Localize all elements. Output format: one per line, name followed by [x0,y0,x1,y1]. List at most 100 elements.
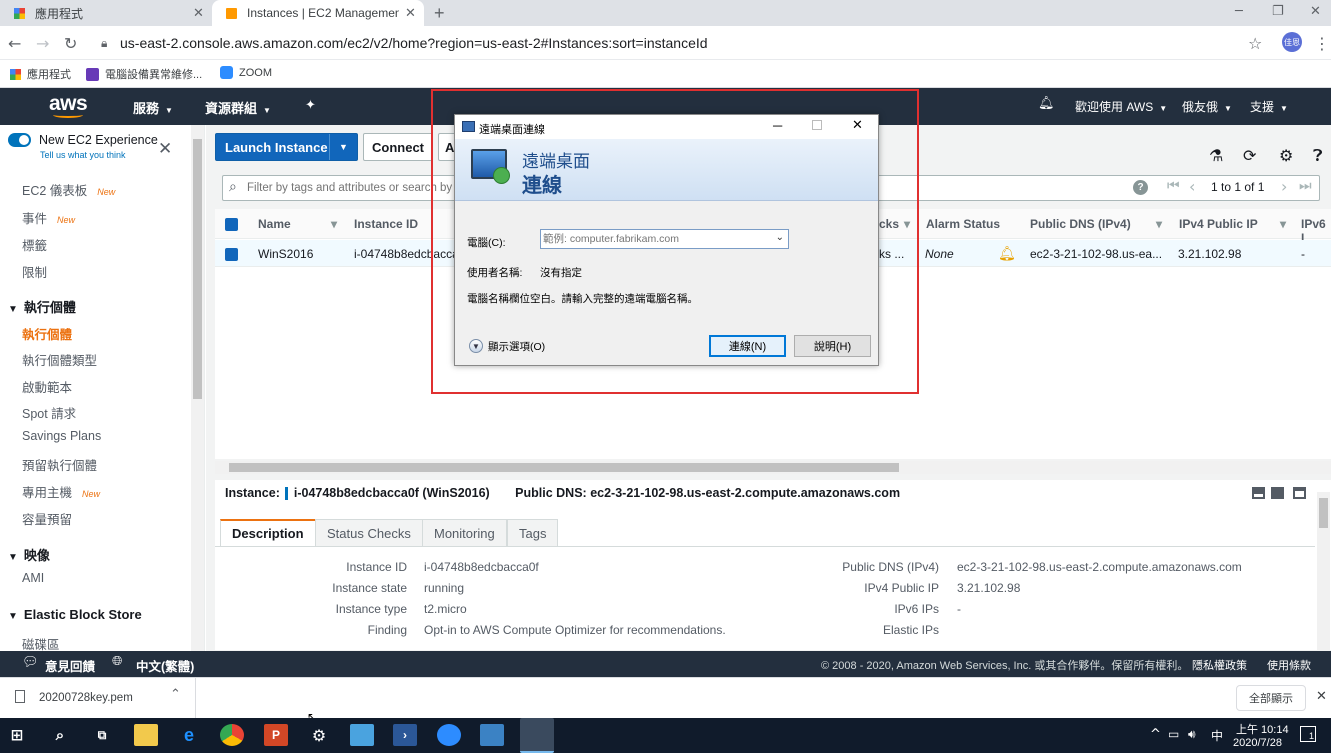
connect-button[interactable]: 連線(N) [709,335,786,357]
close-icon[interactable]: ✕ [405,5,416,21]
network-icon[interactable]: ▭ [1168,727,1179,741]
connect-button[interactable]: Connect [363,133,433,161]
bookmark-zoom[interactable]: ZOOM [220,66,272,79]
back-icon[interactable]: ← [8,34,21,53]
column-name[interactable]: Name [258,217,291,231]
menu-icon[interactable]: ⋮ [1314,34,1330,53]
privacy-link[interactable]: 隱私權政策 [1192,657,1247,673]
sidebar-item-events[interactable]: 事件 New [22,208,75,227]
sidebar-scrollbar[interactable] [191,125,204,651]
computer-input[interactable] [543,232,767,246]
chrome-icon[interactable] [220,724,244,746]
sidebar-item-savings-plans[interactable]: Savings Plans [22,429,101,443]
bookmark-apps[interactable]: 應用程式 [10,66,71,82]
column-public-dns[interactable]: Public DNS (IPv4) [1030,217,1131,231]
chevron-down-icon[interactable]: ⌄ [776,232,784,243]
launch-instance-button[interactable]: Launch Instance ▼ [215,133,358,161]
remote-desktop-taskbar-icon[interactable] [520,718,554,753]
resource-groups-menu[interactable]: 資源群組 ▼ [205,98,271,117]
avatar[interactable]: 佳恩 [1282,32,1302,52]
task-view-icon[interactable]: ⧉ [90,724,114,746]
expand-options-icon[interactable]: ▼ [469,339,483,353]
value-finding[interactable]: Opt-in to AWS Compute Optimizer for reco… [424,623,726,637]
help-icon[interactable]: ❓︎ [1313,146,1323,166]
tab-status-checks[interactable]: Status Checks [315,519,423,547]
last-page-icon[interactable]: ⏭ [1299,178,1312,194]
close-icon[interactable]: ✕ [1316,689,1327,704]
minimize-icon[interactable]: ─ [773,118,782,133]
sidebar-item-limits[interactable]: 限制 [22,262,47,281]
edge-icon[interactable]: e [177,724,201,746]
select-all-checkbox[interactable] [225,218,238,231]
ime-indicator[interactable]: 中 [1211,727,1223,744]
reload-icon[interactable]: ↻ [64,34,77,53]
experience-feedback-link[interactable]: Tell us what you think [40,150,126,160]
details-scrollbar[interactable] [1317,492,1330,650]
alarm-bell-icon[interactable]: 🔔︎ [998,245,1016,262]
search-icon[interactable]: ⌕ [48,724,72,746]
sidebar-item-instance-types[interactable]: 執行個體類型 [22,350,97,369]
close-icon[interactable]: ✕ [852,118,863,133]
close-window-icon[interactable]: ✕ [1310,4,1321,19]
settings-icon[interactable]: ⚙ [307,724,331,746]
sidebar-item-capacity-reservations[interactable]: 容量預留 [22,509,72,528]
column-alarm-status[interactable]: Alarm Status [926,217,1000,231]
powershell-icon[interactable]: › [393,724,417,746]
experience-toggle[interactable] [8,133,31,147]
show-all-button[interactable]: 全部顯示 [1236,685,1306,711]
account-menu[interactable]: 歡迎使用 AWS ▼ [1075,98,1167,115]
chevron-up-icon[interactable]: ⌃ [170,687,181,702]
tray-chevron-icon[interactable]: ^ [1150,727,1161,742]
sidebar-item-launch-templates[interactable]: 啟動範本 [22,377,72,396]
sort-icon[interactable]: ▾ [331,217,337,231]
prev-page-icon[interactable]: ‹ [1189,177,1195,196]
sidebar-section-images[interactable]: ▼ 映像 [8,545,50,564]
sort-icon[interactable]: ▾ [1280,217,1286,231]
powerpoint-icon[interactable]: P [264,724,288,746]
bell-icon[interactable]: 🔔︎ [1038,96,1055,111]
lock-icon[interactable]: 🔒︎ [101,36,107,51]
sidebar-item-dashboard[interactable]: EC2 儀表板 New [22,180,115,199]
tab-monitoring[interactable]: Monitoring [422,519,507,547]
sidebar-item-reserved-instances[interactable]: 預留執行個體 [22,455,97,474]
close-icon[interactable]: ✕ [158,139,172,159]
photos-icon[interactable] [480,724,504,746]
gear-icon[interactable]: ⚙ [1279,146,1293,165]
sidebar-section-instances[interactable]: ▼ 執行個體 [8,297,76,316]
support-menu[interactable]: 支援 ▼ [1250,98,1288,115]
computer-combobox[interactable]: ⌄ [540,229,789,249]
clock-date[interactable]: 2020/7/28 [1233,737,1282,749]
sidebar-item-dedicated-hosts[interactable]: 專用主機 New [22,482,100,501]
row-checkbox[interactable] [225,248,238,261]
sidebar-section-ebs[interactable]: ▼ Elastic Block Store [8,607,142,622]
pane-half-icon[interactable] [1271,487,1284,499]
sidebar-item-instances[interactable]: 執行個體 [22,324,72,343]
help-button[interactable]: 說明(H) [794,335,871,357]
tab-description[interactable]: Description [220,519,316,547]
bookmark-repair[interactable]: 電腦設備異常維修... [86,66,202,82]
new-tab-icon[interactable]: + [434,3,445,24]
column-ipv4-public-ip[interactable]: IPv4 Public IP [1179,217,1258,231]
services-menu[interactable]: 服務 ▼ [133,98,173,117]
column-instance-id[interactable]: Instance ID [354,217,418,231]
windows-start-icon[interactable]: ⊞ [5,724,29,746]
volume-icon[interactable]: 🔊︎ [1188,727,1196,742]
tab-ec2[interactable]: Instances | EC2 Management C ✕ [212,0,424,26]
help-icon[interactable]: ? [1133,180,1148,195]
file-explorer-icon[interactable] [134,724,158,746]
dialog-titlebar[interactable]: 遠端桌面連線 ─ ✕ [455,115,878,139]
clock-time[interactable]: 上午 10:14 [1236,721,1289,737]
control-panel-icon[interactable] [350,724,374,746]
feedback-link[interactable]: 意見回饋 [45,656,95,675]
download-item[interactable]: 20200728key.pem ⌃ [0,678,196,718]
notification-badge[interactable]: 1 [1300,726,1316,742]
pin-icon[interactable]: ✦ [305,98,316,113]
terms-link[interactable]: 使用條款 [1267,657,1311,673]
sidebar-item-ami[interactable]: AMI [22,571,44,585]
table-horizontal-scrollbar[interactable] [215,461,1331,474]
zoom-icon[interactable] [437,724,461,746]
minimize-icon[interactable]: ─ [1235,4,1243,19]
flask-icon[interactable]: ⚗ [1209,146,1223,165]
maximize-icon[interactable]: ❐ [1272,4,1284,19]
star-icon[interactable]: ☆ [1248,34,1262,53]
